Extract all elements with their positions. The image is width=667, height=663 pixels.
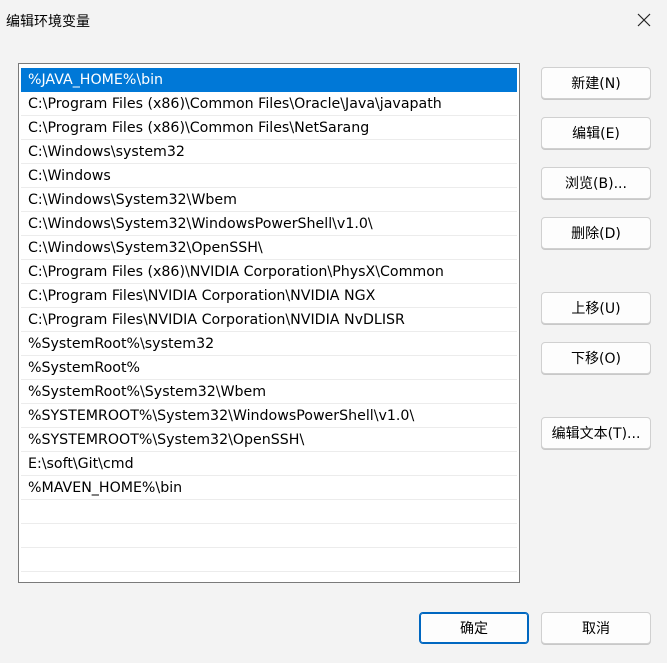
path-list-empty-row[interactable] xyxy=(21,524,517,548)
path-list-empty-row[interactable] xyxy=(21,500,517,524)
path-list-item[interactable]: C:\Windows xyxy=(21,164,517,188)
path-list-item[interactable]: %SYSTEMROOT%\System32\OpenSSH\ xyxy=(21,428,517,452)
dialog-title: 编辑环境变量 xyxy=(6,14,90,30)
move-up-button[interactable]: 上移(U) xyxy=(541,292,651,324)
path-list-item[interactable]: %JAVA_HOME%\bin xyxy=(21,68,517,92)
path-list-item[interactable]: C:\Windows\System32\OpenSSH\ xyxy=(21,236,517,260)
move-down-button[interactable]: 下移(O) xyxy=(541,342,651,374)
path-list-item[interactable]: C:\Windows\System32\WindowsPowerShell\v1… xyxy=(21,212,517,236)
path-list-item[interactable]: C:\Windows\system32 xyxy=(21,140,517,164)
cancel-button[interactable]: 取消 xyxy=(541,612,651,644)
path-list-item[interactable]: C:\Windows\System32\Wbem xyxy=(21,188,517,212)
edit-env-var-dialog: 编辑环境变量 %JAVA_HOME%\bin C:\Program Files (… xyxy=(0,0,667,663)
edit-button[interactable]: 编辑(E) xyxy=(541,117,651,149)
path-list-item[interactable]: C:\Program Files\NVIDIA Corporation\NVID… xyxy=(21,284,517,308)
delete-button[interactable]: 删除(D) xyxy=(541,217,651,249)
path-list-item[interactable]: %MAVEN_HOME%\bin xyxy=(21,476,517,500)
close-button[interactable] xyxy=(621,0,667,40)
path-list-item[interactable]: %SYSTEMROOT%\System32\WindowsPowerShell\… xyxy=(21,404,517,428)
ok-button[interactable]: 确定 xyxy=(419,612,529,644)
browse-button[interactable]: 浏览(B)... xyxy=(541,167,651,199)
path-list-item[interactable]: %SystemRoot% xyxy=(21,356,517,380)
path-list-item[interactable]: %SystemRoot%\System32\Wbem xyxy=(21,380,517,404)
path-list-rows: %JAVA_HOME%\bin C:\Program Files (x86)\Co… xyxy=(19,64,519,572)
path-list-item[interactable]: E:\soft\Git\cmd xyxy=(21,452,517,476)
new-button[interactable]: 新建(N) xyxy=(541,67,651,99)
path-list-item[interactable]: C:\Program Files (x86)\Common Files\NetS… xyxy=(21,116,517,140)
path-list-item[interactable]: C:\Program Files (x86)\Common Files\Orac… xyxy=(21,92,517,116)
path-list-item[interactable]: %SystemRoot%\system32 xyxy=(21,332,517,356)
close-icon xyxy=(637,13,651,27)
path-list-item[interactable]: C:\Program Files\NVIDIA Corporation\NVID… xyxy=(21,308,517,332)
path-list[interactable]: %JAVA_HOME%\bin C:\Program Files (x86)\Co… xyxy=(18,63,520,583)
path-list-empty-row[interactable] xyxy=(21,548,517,572)
path-list-item[interactable]: C:\Program Files (x86)\NVIDIA Corporatio… xyxy=(21,260,517,284)
edit-text-button[interactable]: 编辑文本(T)... xyxy=(541,417,651,449)
